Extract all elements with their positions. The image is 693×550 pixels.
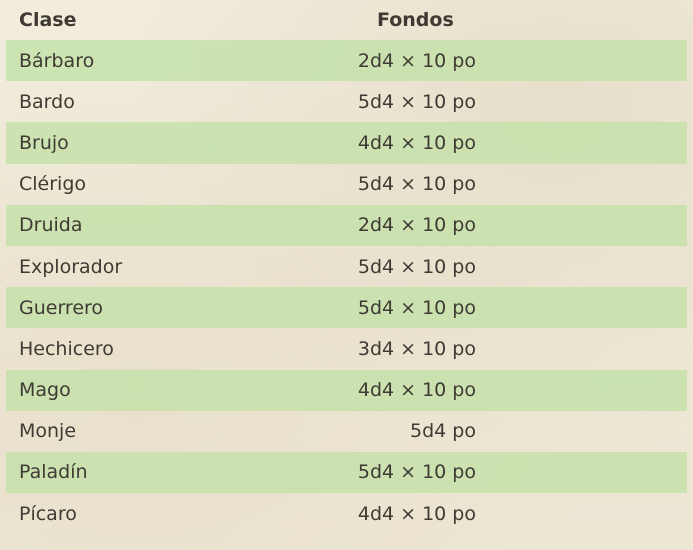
table-row: Clérigo 5d4 × 10 po [6, 164, 687, 205]
class-name: Mago [19, 379, 71, 402]
funds-value: 3d4 × 10 po [357, 337, 476, 360]
class-name: Hechicero [19, 337, 114, 360]
funds-value: 5d4 × 10 po [357, 90, 476, 113]
funds-value: 5d4 × 10 po [357, 461, 476, 484]
table-row: Druida 2d4 × 10 po [6, 204, 687, 246]
class-name: Brujo [19, 131, 69, 154]
table-row: Hechicero 3d4 × 10 po [6, 328, 687, 369]
class-name: Druida [19, 214, 83, 237]
table-row: Pícaro 4d4 × 10 po [6, 493, 687, 534]
starting-wealth-table: Clase Fondos Bárbaro 2d4 × 10 po Bardo 5… [6, 0, 687, 534]
header-funds: Fondos [377, 9, 454, 31]
funds-value: 5d4 × 10 po [357, 173, 476, 196]
funds-value: 2d4 × 10 po [357, 214, 476, 237]
class-name: Bardo [19, 90, 75, 113]
class-name: Explorador [19, 255, 123, 278]
table-row: Explorador 5d4 × 10 po [6, 246, 687, 287]
class-name: Pícaro [19, 502, 77, 525]
funds-value: 5d4 × 10 po [357, 255, 476, 278]
funds-value: 4d4 × 10 po [357, 502, 476, 525]
table-header: Clase Fondos [6, 0, 687, 40]
funds-value: 4d4 × 10 po [357, 379, 476, 402]
class-name: Clérigo [19, 173, 87, 196]
table-row: Guerrero 5d4 × 10 po [6, 287, 687, 329]
table-row: Monje 5d4 po [6, 411, 687, 452]
class-name: Monje [19, 420, 77, 443]
table-row: Brujo 4d4 × 10 po [6, 122, 687, 164]
class-name: Guerrero [19, 296, 104, 319]
funds-value: 5d4 × 10 po [357, 296, 476, 319]
funds-value: 5d4 po [410, 420, 476, 443]
table-row: Bárbaro 2d4 × 10 po [6, 40, 687, 82]
class-name: Bárbaro [19, 49, 95, 72]
class-name: Paladín [19, 461, 88, 484]
funds-value: 2d4 × 10 po [357, 49, 476, 72]
table-row: Paladín 5d4 × 10 po [6, 451, 687, 494]
funds-value: 4d4 × 10 po [357, 131, 476, 154]
table-row: Mago 4d4 × 10 po [6, 369, 687, 411]
table-row: Bardo 5d4 × 10 po [6, 81, 687, 122]
header-class: Clase [19, 9, 77, 31]
